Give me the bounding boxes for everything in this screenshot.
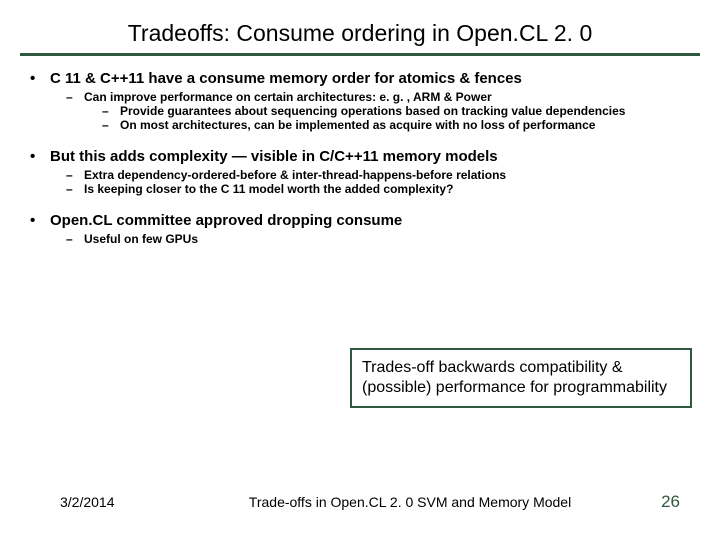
- bullet-1-sub-1-text: Is keeping closer to the C 11 model wort…: [84, 182, 453, 196]
- footer: 3/2/2014 Trade-offs in Open.CL 2. 0 SVM …: [0, 492, 720, 512]
- dash-icon: –: [66, 168, 84, 182]
- bullet-0-sub-0-sub-0: – Provide guarantees about sequencing op…: [102, 104, 692, 118]
- footer-page-number: 26: [620, 492, 680, 512]
- bullet-0-text: C 11 & C++11 have a consume memory order…: [50, 70, 522, 87]
- bullet-1-sub-0-text: Extra dependency-ordered-before & inter-…: [84, 168, 506, 182]
- title-rule: [20, 53, 700, 56]
- bullet-2-text: Open.CL committee approved dropping cons…: [50, 212, 402, 229]
- bullet-0-sub-0-sub-1-text: On most architectures, can be implemente…: [120, 118, 595, 132]
- bullet-dot: •: [28, 148, 50, 165]
- slide-title: Tradeoffs: Consume ordering in Open.CL 2…: [20, 20, 700, 47]
- bullet-1-sub-1: – Is keeping closer to the C 11 model wo…: [66, 182, 692, 196]
- dash-icon: –: [66, 90, 84, 104]
- dash-icon: –: [66, 182, 84, 196]
- bullet-dot: •: [28, 212, 50, 229]
- bullet-2-sub-0: – Useful on few GPUs: [66, 232, 692, 246]
- content-area: • C 11 & C++11 have a consume memory ord…: [20, 70, 700, 246]
- footer-title: Trade-offs in Open.CL 2. 0 SVM and Memor…: [200, 494, 620, 510]
- dash-icon: –: [102, 118, 120, 132]
- bullet-0-sub-0: – Can improve performance on certain arc…: [66, 90, 692, 104]
- bullet-dot: •: [28, 70, 50, 87]
- bullet-2-sub-0-text: Useful on few GPUs: [84, 232, 198, 246]
- bullet-0-sub-0-text: Can improve performance on certain archi…: [84, 90, 492, 104]
- bullet-1: • But this adds complexity — visible in …: [28, 148, 692, 165]
- bullet-0: • C 11 & C++11 have a consume memory ord…: [28, 70, 692, 87]
- bullet-2: • Open.CL committee approved dropping co…: [28, 212, 692, 229]
- dash-icon: –: [66, 232, 84, 246]
- bullet-0-sub-0-sub-1: – On most architectures, can be implemen…: [102, 118, 692, 132]
- bullet-1-sub-0: – Extra dependency-ordered-before & inte…: [66, 168, 692, 182]
- bullet-0-sub-0-sub-0-text: Provide guarantees about sequencing oper…: [120, 104, 625, 118]
- callout-box: Trades-off backwards compatibility & (po…: [350, 348, 692, 408]
- bullet-block-0: • C 11 & C++11 have a consume memory ord…: [28, 70, 692, 132]
- footer-date: 3/2/2014: [60, 494, 200, 510]
- bullet-block-2: • Open.CL committee approved dropping co…: [28, 212, 692, 246]
- dash-icon: –: [102, 104, 120, 118]
- bullet-block-1: • But this adds complexity — visible in …: [28, 148, 692, 196]
- bullet-1-text: But this adds complexity — visible in C/…: [50, 148, 498, 165]
